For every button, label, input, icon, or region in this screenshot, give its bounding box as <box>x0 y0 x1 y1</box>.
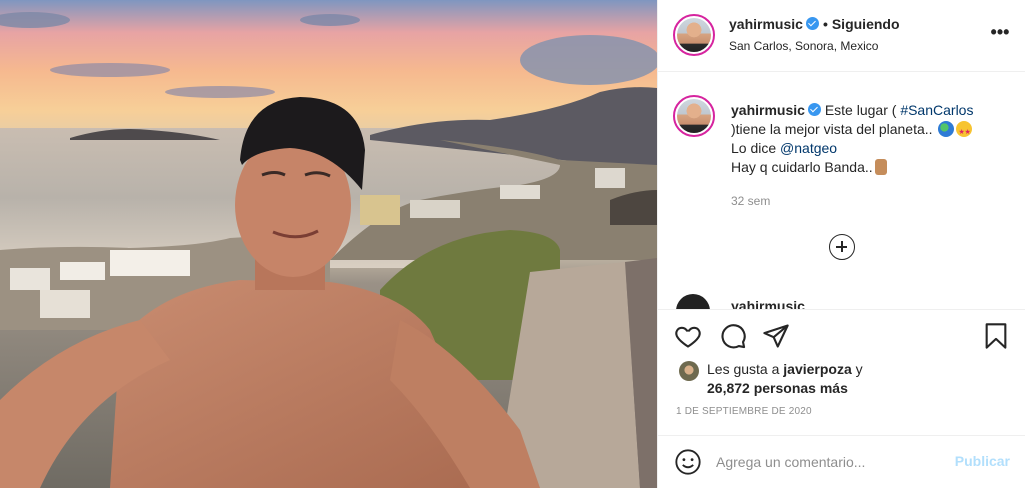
share-icon[interactable] <box>762 322 790 350</box>
liker-avatar[interactable] <box>679 361 699 381</box>
following-button[interactable]: Siguiendo <box>832 16 900 32</box>
comments-area[interactable]: yahirmusic Este lugar ( #SanCarlos )tien… <box>658 73 1025 309</box>
caption-username[interactable]: yahirmusic <box>731 102 805 118</box>
caption-timestamp[interactable]: 32 sem <box>731 194 770 208</box>
verified-badge-icon <box>805 17 819 30</box>
post-header: yahirmusic • Siguiendo San Carlos, Sonora,… <box>658 0 1025 72</box>
star-struck-emoji-icon <box>956 121 973 142</box>
post-location[interactable]: San Carlos, Sonora, Mexico <box>729 39 878 53</box>
caption-avatar[interactable] <box>673 95 715 137</box>
publish-button[interactable]: Publicar <box>955 453 1010 469</box>
load-more-comments-icon[interactable] <box>829 234 855 260</box>
victory-hand-emoji-icon <box>874 159 887 175</box>
add-comment-section: Publicar <box>658 435 1025 488</box>
author-avatar[interactable] <box>673 14 715 56</box>
commenter-avatar[interactable] <box>676 294 710 309</box>
separator-dot: • <box>822 16 828 32</box>
likes-count[interactable]: 26,872 personas más <box>707 378 848 398</box>
caption-segment: Lo dice <box>731 140 781 156</box>
commenter-username[interactable]: yahirmusic <box>731 298 805 309</box>
hashtag-link[interactable]: #SanCarlos <box>900 102 973 118</box>
liker-username[interactable]: javierpoza <box>783 361 851 377</box>
comment-icon[interactable] <box>719 322 747 350</box>
likes-suffix: y <box>851 361 863 377</box>
caption-text: yahirmusic Este lugar ( #SanCarlos )tien… <box>731 101 1011 177</box>
comment-input[interactable] <box>716 449 936 475</box>
post-photo[interactable] <box>0 0 657 488</box>
mention-link[interactable]: @natgeo <box>780 140 837 156</box>
post-side-panel: yahirmusic • Siguiendo San Carlos, Sonora,… <box>657 0 1025 488</box>
post-date[interactable]: 1 DE SEPTIEMBRE DE 2020 <box>676 406 812 417</box>
post-actions: Les gusta a javierpoza y 26,872 personas… <box>658 309 1025 488</box>
more-options-icon[interactable]: ••• <box>990 23 1010 45</box>
photo-illustration <box>0 0 657 488</box>
partial-comment-row: yahirmusic <box>673 294 973 309</box>
caption-segment: Este lugar ( <box>824 102 901 118</box>
caption-segment: Hay q cuidarlo Banda.. <box>731 159 873 175</box>
earth-globe-emoji-icon <box>938 121 955 137</box>
emoji-smile-icon[interactable] <box>674 448 702 476</box>
caption-segment: )tiene la mejor vista del planeta.. <box>731 121 933 137</box>
save-icon[interactable] <box>982 322 1010 350</box>
likes-prefix: Les gusta a <box>707 361 784 377</box>
verified-badge-icon <box>807 103 821 116</box>
author-username[interactable]: yahirmusic <box>729 16 803 32</box>
heart-icon[interactable] <box>674 322 702 350</box>
